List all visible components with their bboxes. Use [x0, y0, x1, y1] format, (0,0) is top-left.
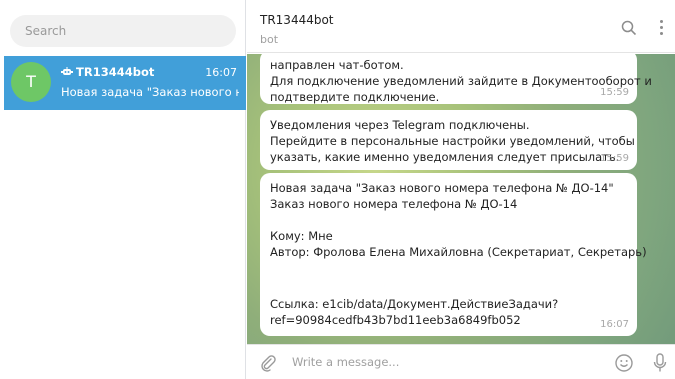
message-bubble[interactable]: направлен чат-ботом. Для подключение уве… [260, 54, 652, 104]
message-time: 15:59 [600, 87, 629, 98]
message-link[interactable]: ref=90984cedfb43b7bd11eeb3a6849fb052 [270, 312, 625, 328]
chat-subtitle: bot [260, 33, 279, 46]
message-time: 15:59 [600, 153, 629, 164]
emoji-icon[interactable] [615, 354, 633, 372]
message-text: Заказ нового номера телефона № ДО-14 [270, 197, 518, 211]
chat-title[interactable]: TR13444bot [260, 13, 334, 27]
message-time: 16:07 [600, 319, 629, 330]
chat-header: TR13444bot bot [247, 0, 675, 53]
microphone-icon[interactable] [653, 353, 667, 373]
message-text: Новая задача "Заказ нового номера телефо… [270, 181, 614, 195]
chat-name: TR13444bot [61, 65, 154, 79]
message-text: направлен чат-ботом. [270, 58, 404, 72]
message-text: подтвердите подключение. [270, 90, 440, 104]
message-text: Перейдите в персональные настройки уведо… [270, 134, 635, 148]
message-input[interactable]: Write a message... [292, 355, 399, 369]
message-text: Автор: Фролова Елена Михайловна (Секрета… [270, 245, 647, 259]
message-composer: Write a message... [247, 344, 675, 379]
chat-history[interactable]: направлен чат-ботом. Для подключение уве… [247, 54, 675, 344]
message-text: указать, какие именно уведомления следуе… [270, 150, 620, 164]
chat-preview: Новая задача "Заказ нового н... [61, 85, 239, 99]
message-bubble[interactable]: Новая задача "Заказ нового номера телефо… [260, 173, 647, 336]
message-text: Для подключение уведомлений зайдите в До… [270, 74, 652, 88]
chat-list-item[interactable]: T TR13444bot 16:07 Новая задача "Заказ н… [4, 56, 246, 110]
message-text: Кому: Мне [270, 229, 333, 243]
chat-list-panel: Search T TR13444bot 16:07 Новая задача "… [0, 0, 246, 379]
more-vertical-icon[interactable] [658, 20, 664, 38]
chat-name-text: TR13444bot [76, 65, 155, 79]
chat-time: 16:07 [205, 66, 237, 79]
message-text: Уведомления через Telegram подключены. [270, 118, 530, 132]
avatar: T [11, 62, 51, 102]
message-link[interactable]: Ссылка: e1cib/data/Документ.ДействиеЗада… [270, 296, 625, 312]
message-bubble[interactable]: Уведомления через Telegram подключены. П… [260, 110, 637, 170]
bot-icon [61, 67, 74, 79]
paperclip-icon[interactable] [259, 354, 277, 372]
search-icon[interactable] [621, 20, 637, 36]
search-input[interactable]: Search [10, 15, 236, 47]
